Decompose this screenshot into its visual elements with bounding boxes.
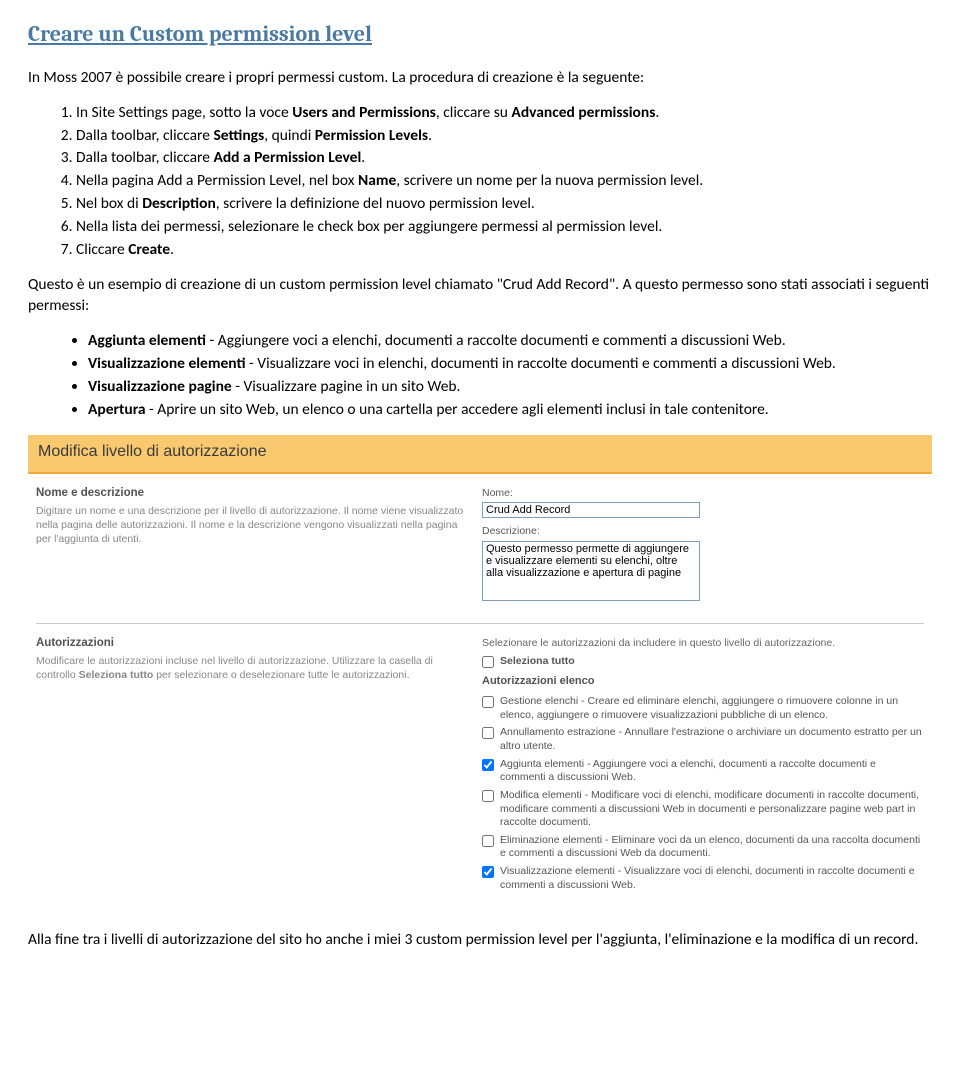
sp-name-heading: Nome e descrizione bbox=[36, 486, 466, 502]
sp-perm-row: Modifica elementi - Modificare voci di e… bbox=[482, 789, 924, 830]
permission-bullets: Aggiunta elementi - Aggiungere voci a el… bbox=[28, 331, 932, 421]
sp-perm-row: Aggiunta elementi - Aggiungere voci a el… bbox=[482, 758, 924, 785]
sp-perm-category: Autorizzazioni elenco bbox=[482, 674, 924, 689]
intro-paragraph: In Moss 2007 è possibile creare i propri… bbox=[28, 68, 932, 89]
step-item: Dalla toolbar, cliccare Add a Permission… bbox=[76, 148, 932, 169]
sp-perm-text: Visualizzazione elementi - Visualizzare … bbox=[500, 865, 924, 892]
page-title: Creare un Custom permission level bbox=[28, 20, 932, 50]
steps-list: In Site Settings page, sotto la voce Use… bbox=[28, 103, 932, 261]
sp-auth-heading: Autorizzazioni bbox=[36, 636, 466, 652]
sp-perm-checkbox[interactable] bbox=[482, 696, 494, 708]
bullet-item: Visualizzazione pagine - Visualizzare pa… bbox=[88, 377, 932, 398]
sp-auth-desc-bold: Seleziona tutto bbox=[79, 669, 154, 681]
step-item: Nella pagina Add a Permission Level, nel… bbox=[76, 171, 932, 192]
sp-perm-text: Eliminazione elementi - Eliminare voci d… bbox=[500, 834, 924, 861]
sp-auth-section: Autorizzazioni Modificare le autorizzazi… bbox=[28, 626, 932, 906]
sp-name-desc: Digitare un nome e una descrizione per i… bbox=[36, 504, 466, 547]
sp-perm-checkbox[interactable] bbox=[482, 727, 494, 739]
step-item: Cliccare Create. bbox=[76, 240, 932, 261]
sp-perm-text: Modifica elementi - Modificare voci di e… bbox=[500, 789, 924, 830]
sp-select-all-checkbox[interactable] bbox=[482, 656, 494, 668]
step-item: Nella lista dei permessi, selezionare le… bbox=[76, 217, 932, 238]
sp-name-section: Nome e descrizione Digitare un nome e un… bbox=[28, 476, 932, 621]
sp-perm-checkbox[interactable] bbox=[482, 835, 494, 847]
bullet-item: Aggiunta elementi - Aggiungere voci a el… bbox=[88, 331, 932, 352]
step-item: In Site Settings page, sotto la voce Use… bbox=[76, 103, 932, 124]
step-item: Dalla toolbar, cliccare Settings, quindi… bbox=[76, 126, 932, 147]
sp-auth-desc-post: per selezionare o deselezionare tutte le… bbox=[153, 669, 409, 681]
sp-name-input[interactable] bbox=[482, 502, 700, 518]
sp-desc-textarea[interactable] bbox=[482, 541, 700, 601]
bullet-item: Visualizzazione elementi - Visualizzare … bbox=[88, 354, 932, 375]
sp-title: Modifica livello di autorizzazione bbox=[28, 435, 932, 475]
sp-perm-row: Gestione elenchi - Creare ed eliminare e… bbox=[482, 695, 924, 722]
sharepoint-screenshot: Modifica livello di autorizzazione Nome … bbox=[28, 435, 932, 907]
sp-select-all-label: Seleziona tutto bbox=[500, 655, 575, 667]
bullet-item: Apertura - Aprire un sito Web, un elenco… bbox=[88, 400, 932, 421]
sp-perm-row: Eliminazione elementi - Eliminare voci d… bbox=[482, 834, 924, 861]
sp-perm-checkbox[interactable] bbox=[482, 790, 494, 802]
sp-perm-text: Annullamento estrazione - Annullare l'es… bbox=[500, 726, 924, 753]
sp-perm-text: Gestione elenchi - Creare ed eliminare e… bbox=[500, 695, 924, 722]
sp-perm-list: Gestione elenchi - Creare ed eliminare e… bbox=[482, 695, 924, 892]
sp-auth-desc: Modificare le autorizzazioni incluse nel… bbox=[36, 654, 466, 682]
sp-divider bbox=[36, 623, 924, 624]
sp-perm-row: Visualizzazione elementi - Visualizzare … bbox=[482, 865, 924, 892]
example-paragraph: Questo è un esempio di creazione di un c… bbox=[28, 275, 932, 317]
sp-name-label: Nome: bbox=[482, 486, 924, 500]
closing-paragraph: Alla fine tra i livelli di autorizzazion… bbox=[28, 930, 932, 951]
sp-select-all-row: Seleziona tutto bbox=[482, 655, 924, 669]
sp-perm-text: Aggiunta elementi - Aggiungere voci a el… bbox=[500, 758, 924, 785]
sp-perm-checkbox[interactable] bbox=[482, 866, 494, 878]
sp-perm-row: Annullamento estrazione - Annullare l'es… bbox=[482, 726, 924, 753]
sp-perm-checkbox[interactable] bbox=[482, 759, 494, 771]
sp-desc-label: Descrizione: bbox=[482, 524, 924, 538]
step-item: Nel box di Description, scrivere la defi… bbox=[76, 194, 932, 215]
sp-auth-note: Selezionare le autorizzazioni da include… bbox=[482, 636, 924, 650]
